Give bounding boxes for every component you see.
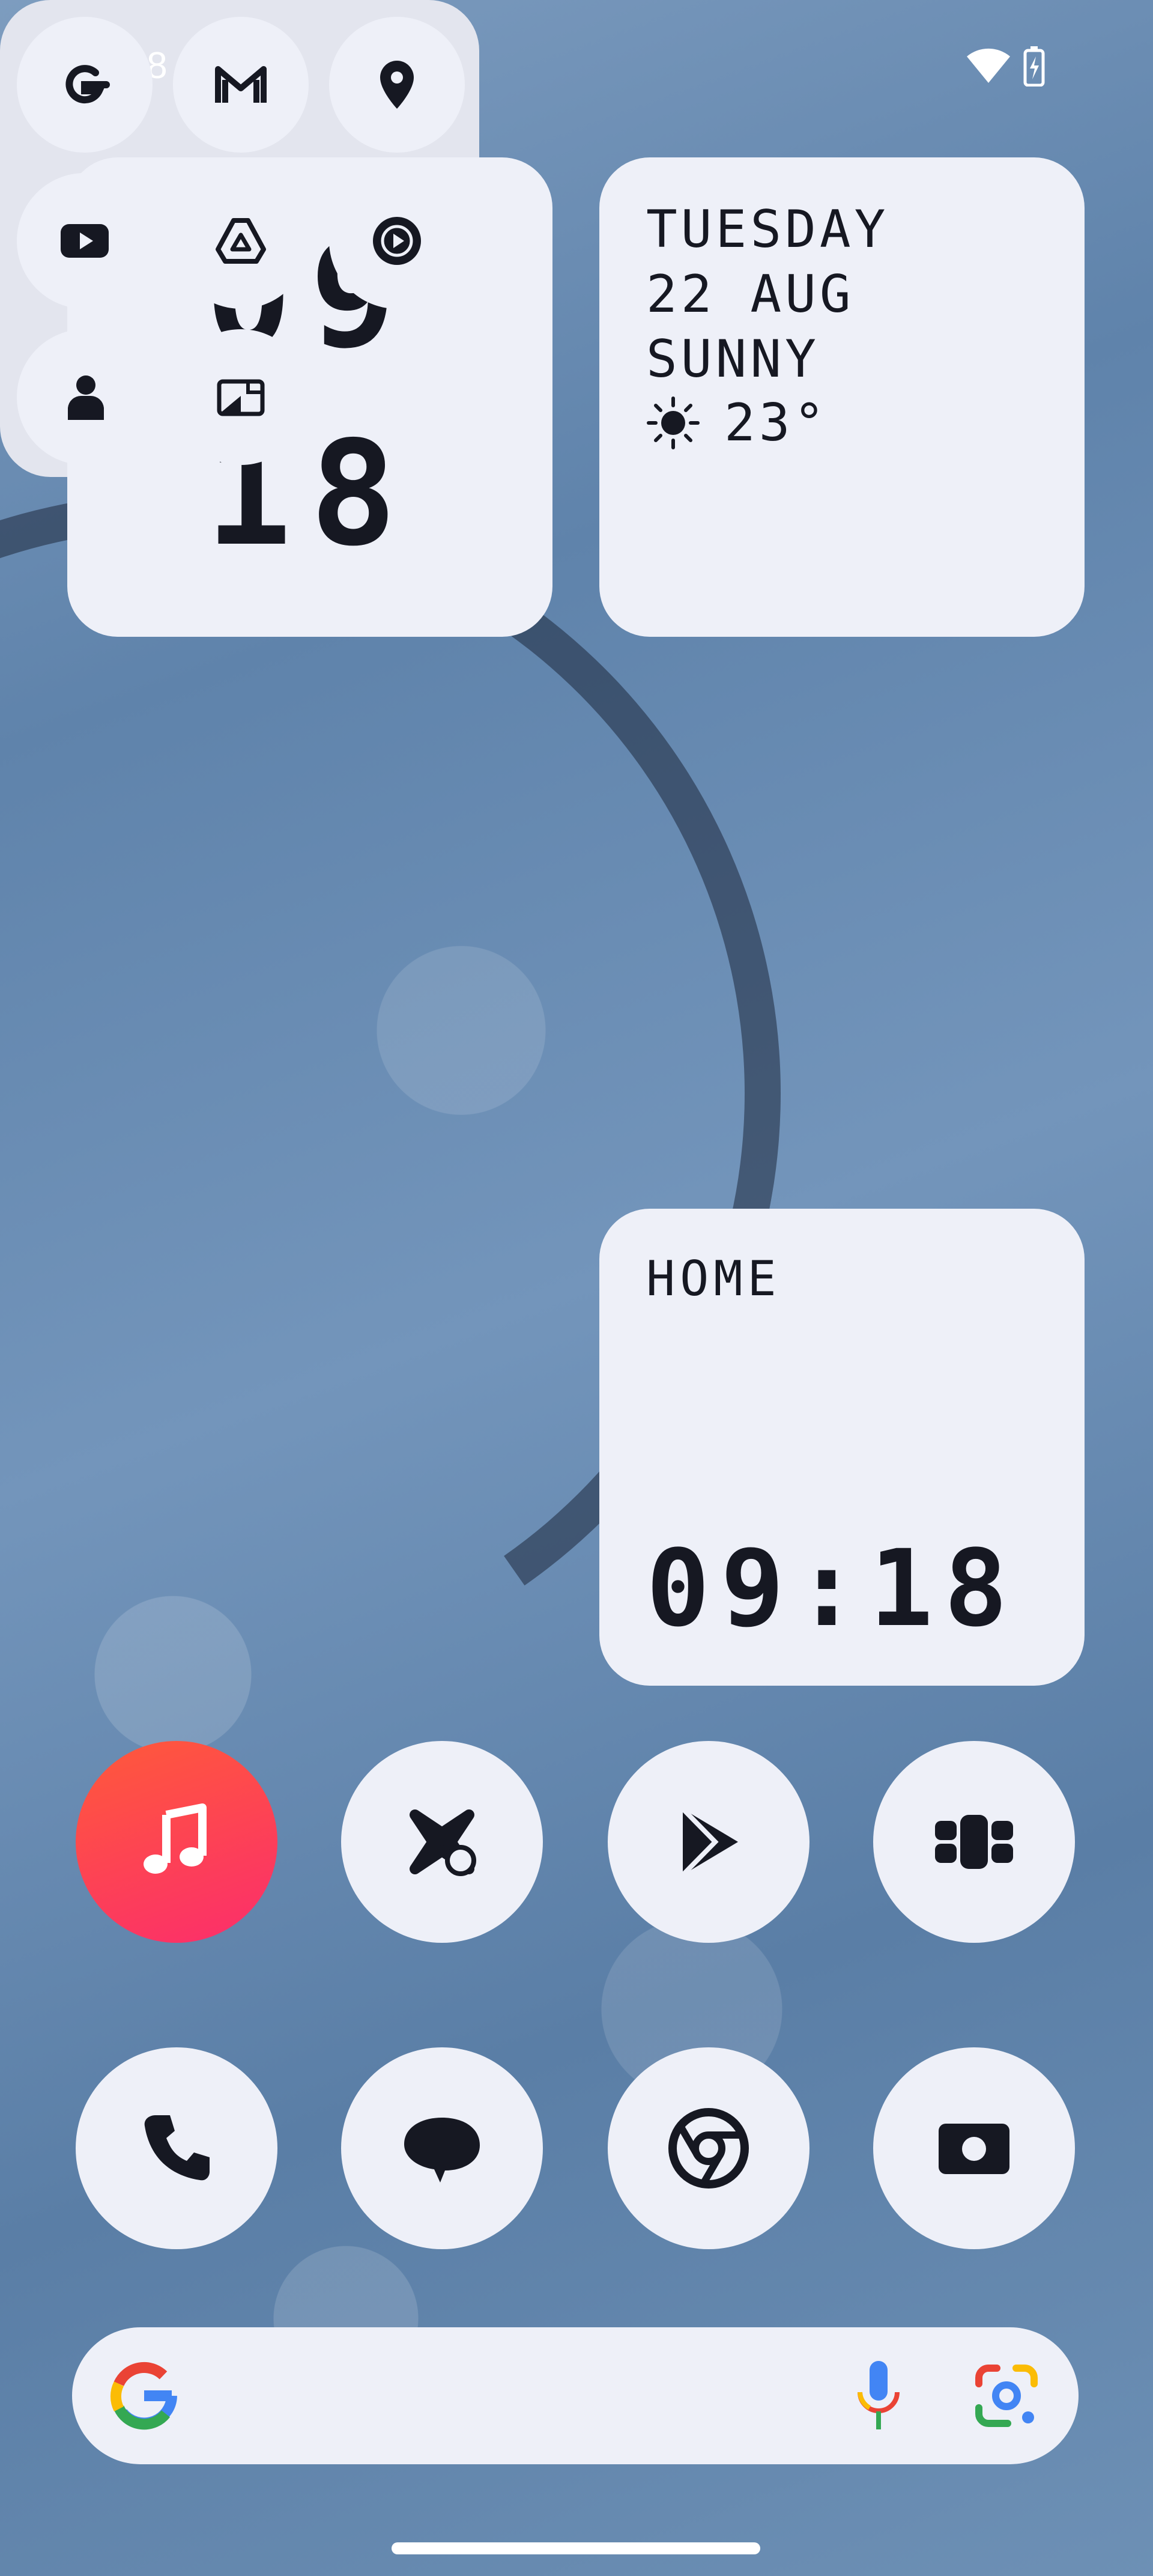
youtube-music-app[interactable] <box>329 173 465 309</box>
wifi-icon <box>967 48 1010 83</box>
maps-app[interactable] <box>329 17 465 153</box>
youtube-icon <box>61 224 109 258</box>
drive-icon <box>216 218 266 264</box>
chrome-icon <box>668 2108 749 2189</box>
grid-dots-icon <box>935 1815 1013 1869</box>
temperature-label: 23° <box>724 393 829 453</box>
play-store-app[interactable] <box>608 1741 810 1943</box>
google-lens-icon[interactable] <box>970 2360 1043 2432</box>
phone-icon <box>144 2115 210 2181</box>
app-drawer[interactable] <box>873 1741 1075 1943</box>
date-label: 22 AUG <box>646 264 855 324</box>
map-pin-icon <box>380 61 414 109</box>
battery-charging-icon <box>1023 46 1045 87</box>
status-bar: 9:18 <box>0 0 1153 132</box>
gmail-app[interactable] <box>173 17 309 153</box>
photos-icon <box>217 379 265 416</box>
weather-row: 23° <box>646 393 828 453</box>
clock-minute: 18 <box>205 410 415 578</box>
google-app[interactable] <box>17 17 153 153</box>
music-app[interactable] <box>76 1741 277 1943</box>
chat-bubble-icon <box>404 2118 480 2183</box>
camera-app[interactable] <box>873 2047 1075 2249</box>
nothing-x-icon <box>410 1809 476 1876</box>
world-clock-widget[interactable]: HOME 09:18 <box>599 1209 1085 1686</box>
person-icon <box>68 375 104 420</box>
play-store-icon <box>681 1807 738 1877</box>
photos-app[interactable] <box>173 329 309 465</box>
music-note-icon <box>144 1803 207 1874</box>
drive-app[interactable] <box>173 173 309 309</box>
play-circle-icon <box>373 217 421 265</box>
date-weather-widget[interactable]: TUESDAY 22 AUG SUNNY 23° <box>599 157 1085 637</box>
world-clock-time: 09:18 <box>646 1527 1018 1650</box>
weekday-label: TUESDAY <box>646 199 889 260</box>
nothing-x-app[interactable] <box>341 1741 543 1943</box>
sun-icon <box>647 396 700 449</box>
phone-app[interactable] <box>76 2047 277 2249</box>
google-g-icon <box>65 65 110 104</box>
clock-location-label: HOME <box>646 1251 781 1307</box>
camera-icon <box>939 2124 1009 2174</box>
contacts-app[interactable] <box>17 329 153 465</box>
gesture-navigation-bar[interactable] <box>392 2542 760 2554</box>
weather-condition: SUNNY <box>646 329 820 389</box>
gmail-icon <box>215 66 267 103</box>
youtube-app[interactable] <box>17 173 153 309</box>
chrome-app[interactable] <box>608 2047 810 2249</box>
messages-app[interactable] <box>341 2047 543 2249</box>
google-search-bar[interactable] <box>72 2327 1079 2464</box>
google-logo-icon <box>110 2362 177 2430</box>
microphone-icon[interactable] <box>852 2359 906 2433</box>
